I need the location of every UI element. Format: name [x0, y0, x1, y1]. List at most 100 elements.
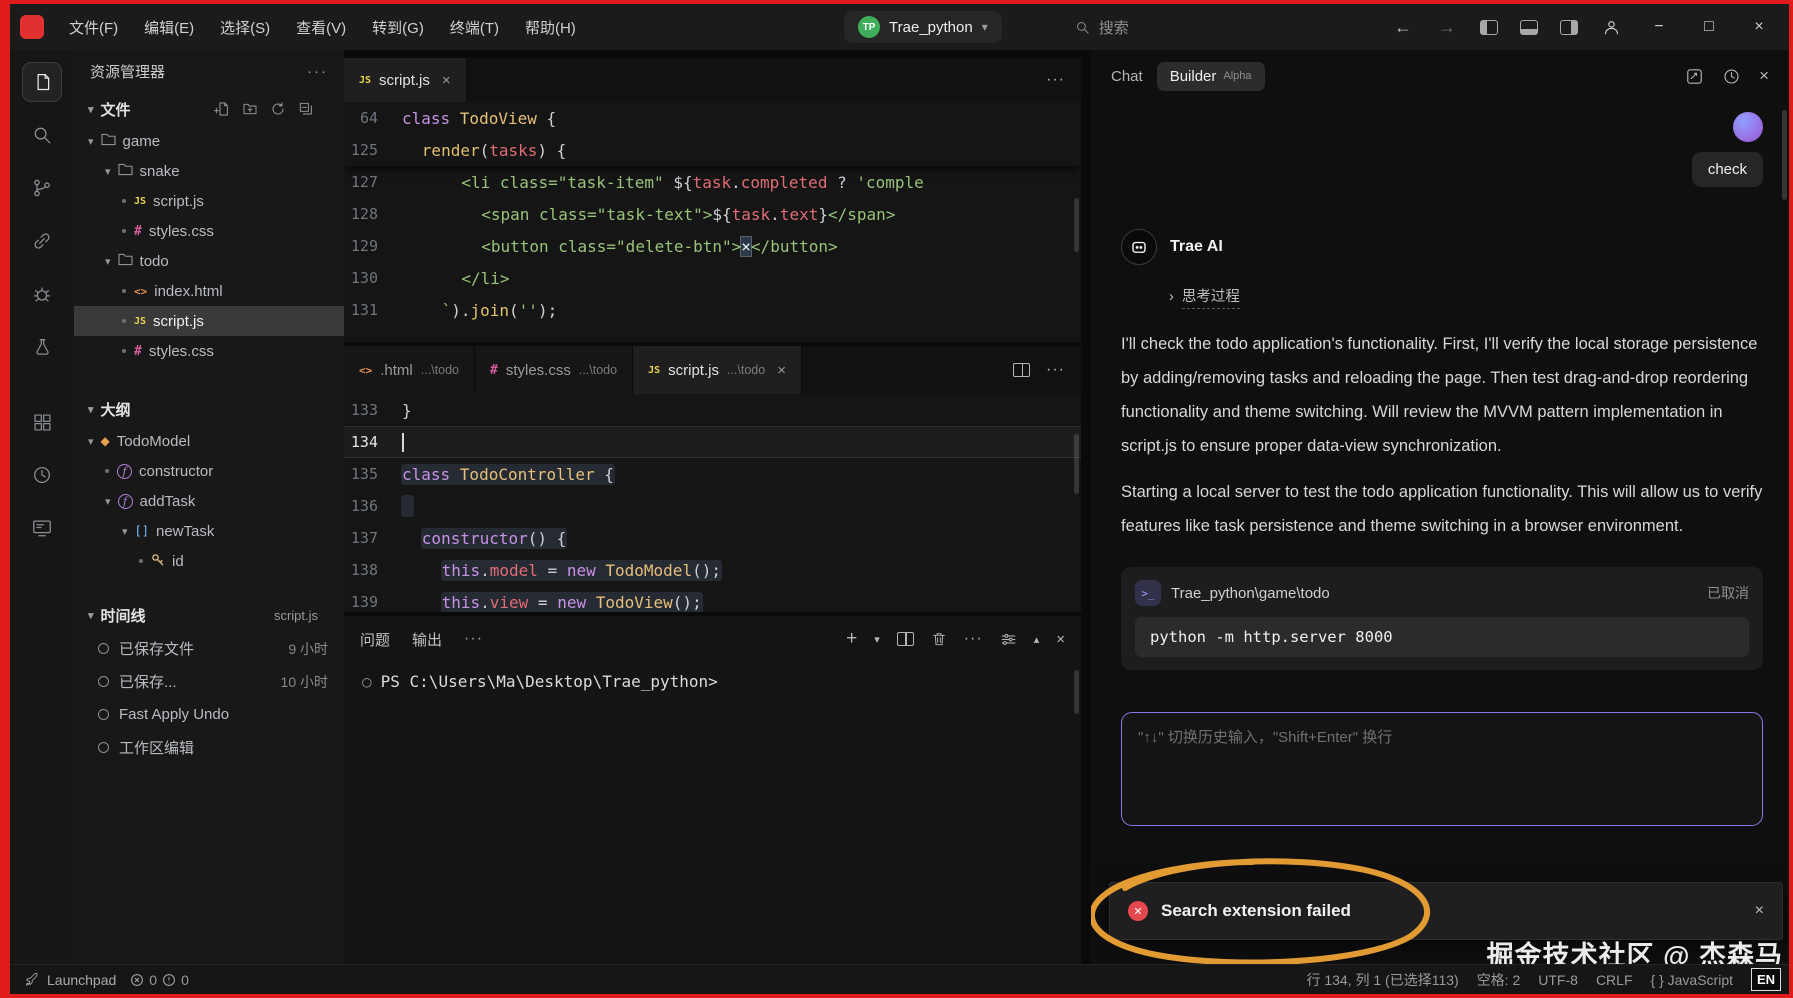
menu-item[interactable]: 终端(T): [437, 4, 512, 50]
toggle-sidebar-icon[interactable]: [1480, 20, 1498, 35]
maximize-button[interactable]: □: [1687, 18, 1731, 36]
chat-input[interactable]: "↑↓" 切换历史输入，"Shift+Enter" 换行: [1121, 712, 1763, 826]
tab-builder[interactable]: Builder Alpha: [1157, 62, 1265, 91]
tab-script.js[interactable]: JSscript.js...\todo×: [633, 346, 802, 394]
tab-.html[interactable]: <>.html...\todo: [344, 346, 475, 394]
global-search[interactable]: 搜索: [1074, 17, 1129, 38]
timeline-section-header[interactable]: ▾ 时间线 script.js: [74, 598, 344, 632]
screencast-icon[interactable]: [18, 506, 66, 550]
editor-more-icon[interactable]: ···: [1046, 71, 1065, 89]
outline-item-addTask[interactable]: ▾faddTask: [74, 486, 344, 516]
terminal-dropdown-icon[interactable]: ▾: [874, 633, 880, 646]
scrollbar[interactable]: [1782, 110, 1787, 200]
toggle-secondary-sidebar-icon[interactable]: [1560, 20, 1578, 35]
panel-close-icon[interactable]: ×: [1056, 631, 1065, 648]
panel-divider[interactable]: [1081, 50, 1091, 964]
scrollbar[interactable]: [1074, 434, 1079, 494]
outline-item-TodoModel[interactable]: ▾◆TodoModel: [74, 426, 344, 456]
file-styles.css[interactable]: #styles.css: [74, 336, 344, 366]
chat-history-icon[interactable]: [1722, 67, 1741, 86]
split-editor-icon[interactable]: [1013, 363, 1030, 377]
terminal[interactable]: ○PS C:\Users\Ma\Desktop\Trae_python>: [344, 662, 1081, 964]
panel-more-tabs-icon[interactable]: ···: [464, 630, 483, 648]
explorer-more-icon[interactable]: ···: [307, 63, 328, 80]
source-control-icon[interactable]: [18, 166, 66, 210]
launchpad-button[interactable]: Launchpad: [24, 972, 116, 988]
split-terminal-icon[interactable]: [897, 632, 914, 646]
outline-item-newTask[interactable]: ▾[]newTask: [74, 516, 344, 546]
menu-item[interactable]: 文件(F): [56, 4, 131, 50]
tab-scriptjs[interactable]: JS script.js ×: [344, 58, 467, 102]
eol-sequence[interactable]: CRLF: [1596, 972, 1633, 988]
remote-explorer-icon[interactable]: [18, 219, 66, 263]
chevron-down-icon: ▾: [88, 103, 94, 116]
nav-forward-icon[interactable]: →: [1428, 17, 1466, 38]
toggle-panel-icon[interactable]: [1520, 20, 1538, 35]
collapse-all-icon[interactable]: [298, 101, 314, 117]
problems-status[interactable]: 0 0: [130, 972, 189, 988]
file-script.js[interactable]: JSscript.js: [74, 186, 344, 216]
history-icon[interactable]: [18, 453, 66, 497]
timeline-item[interactable]: 已保存...10 小时: [74, 665, 344, 698]
trash-icon[interactable]: [931, 631, 947, 647]
project-switcher[interactable]: TP Trae_python ▾: [844, 11, 1002, 43]
close-tab-icon[interactable]: ×: [777, 362, 786, 379]
toast-close-icon[interactable]: ×: [1755, 902, 1764, 920]
new-file-icon[interactable]: [214, 101, 230, 117]
thinking-toggle[interactable]: › 思考过程: [1169, 285, 1763, 309]
trae-ai-avatar: [1121, 229, 1157, 265]
file-styles.css[interactable]: #styles.css: [74, 216, 344, 246]
panel-more-icon[interactable]: ···: [964, 630, 983, 648]
minimize-button[interactable]: −: [1637, 18, 1681, 36]
account-icon[interactable]: [1602, 18, 1621, 37]
notification-toast[interactable]: ✕ Search extension failed ×: [1109, 882, 1783, 940]
nav-back-icon[interactable]: ←: [1384, 17, 1422, 38]
testing-icon[interactable]: [18, 325, 66, 369]
indentation[interactable]: 空格: 2: [1477, 970, 1521, 990]
outline-section-header[interactable]: ▾ 大纲: [74, 392, 344, 426]
editor-more-icon[interactable]: ···: [1046, 361, 1065, 379]
cursor-position[interactable]: 行 134, 列 1 (已选择113): [1306, 970, 1458, 990]
scrollbar[interactable]: [1074, 198, 1079, 252]
folder-snake[interactable]: ▾snake: [74, 156, 344, 186]
new-folder-icon[interactable]: [242, 101, 258, 117]
tab-problems[interactable]: 问题: [360, 629, 390, 650]
timeline-item[interactable]: Fast Apply Undo: [74, 698, 344, 731]
timeline-item[interactable]: 已保存文件9 小时: [74, 632, 344, 665]
refresh-icon[interactable]: [270, 101, 286, 117]
scrollbar[interactable]: [1074, 670, 1079, 714]
timeline-item[interactable]: 工作区编辑: [74, 731, 344, 764]
panel-maximize-icon[interactable]: ▴: [1034, 633, 1040, 646]
folder-todo[interactable]: ▾todo: [74, 246, 344, 276]
code-editor-bottom[interactable]: 133}134135class TodoController {136137co…: [344, 394, 1081, 612]
explorer-icon[interactable]: [18, 60, 66, 104]
menu-item[interactable]: 帮助(H): [512, 4, 589, 50]
language-mode[interactable]: { } JavaScript: [1651, 972, 1734, 988]
folder-game[interactable]: ▾game: [74, 126, 344, 156]
outline-item-id[interactable]: id: [74, 546, 344, 576]
app-logo[interactable]: [20, 15, 44, 39]
menu-item[interactable]: 选择(S): [207, 4, 283, 50]
search-sidebar-icon[interactable]: [18, 113, 66, 157]
tab-chat[interactable]: Chat: [1111, 68, 1143, 85]
extensions-icon[interactable]: [18, 400, 66, 444]
menu-item[interactable]: 查看(V): [283, 4, 359, 50]
tab-output[interactable]: 输出: [412, 629, 442, 650]
file-index.html[interactable]: <>index.html: [74, 276, 344, 306]
new-chat-icon[interactable]: [1685, 67, 1704, 86]
new-terminal-icon[interactable]: +: [846, 628, 857, 650]
chat-close-icon[interactable]: ×: [1759, 66, 1769, 86]
menu-item[interactable]: 转到(G): [359, 4, 437, 50]
outline-item-constructor[interactable]: fconstructor: [74, 456, 344, 486]
filter-sliders-icon[interactable]: [1000, 631, 1017, 648]
close-tab-icon[interactable]: ×: [442, 72, 451, 89]
file-script.js[interactable]: JSscript.js: [74, 306, 344, 336]
close-button[interactable]: ×: [1737, 18, 1781, 36]
code-editor-top[interactable]: 64class TodoView {125render(tasks) { 127…: [344, 102, 1081, 342]
encoding[interactable]: UTF-8: [1538, 972, 1578, 988]
tree-item-label: game: [123, 133, 161, 150]
files-section-header[interactable]: ▾ 文件: [74, 92, 344, 126]
menu-item[interactable]: 编辑(E): [131, 4, 207, 50]
debug-icon[interactable]: [18, 272, 66, 316]
tab-styles.css[interactable]: #styles.css...\todo: [475, 346, 633, 394]
